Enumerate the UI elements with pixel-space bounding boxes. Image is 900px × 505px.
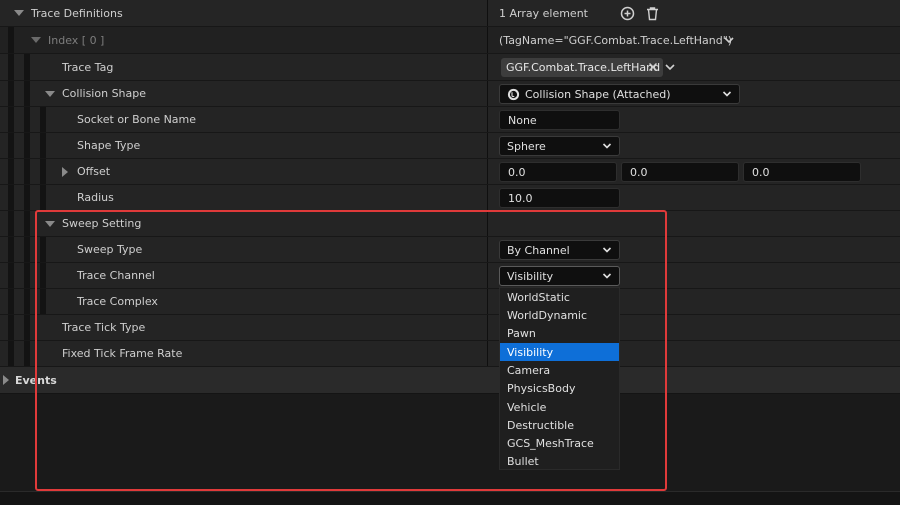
shape-type-label: Shape Type bbox=[77, 139, 141, 152]
dropdown-option[interactable]: WorldStatic bbox=[500, 288, 619, 306]
chevron-down-icon[interactable] bbox=[723, 27, 735, 53]
dropdown-option-selected[interactable]: Visibility bbox=[500, 343, 619, 361]
trace-complex-label: Trace Complex bbox=[77, 295, 158, 308]
index-row[interactable]: Index [ 0 ] (TagName="GGF.Combat.Trace.L… bbox=[0, 27, 900, 54]
shape-type-value: Sphere bbox=[507, 139, 546, 153]
trace-definitions-row[interactable]: Trace Definitions 1 Array element bbox=[0, 0, 900, 27]
bottom-scrollbar bbox=[0, 491, 900, 505]
dropdown-option[interactable]: Pawn bbox=[500, 324, 619, 342]
collision-shape-value: Collision Shape (Attached) bbox=[525, 87, 671, 101]
add-element-icon[interactable] bbox=[620, 0, 635, 26]
offset-x-input[interactable]: 0.0 bbox=[499, 162, 617, 182]
trace-channel-dropdown: WorldStatic WorldDynamic Pawn Visibility… bbox=[499, 287, 620, 470]
events-label: Events bbox=[15, 373, 57, 387]
chevron-down-icon bbox=[602, 273, 612, 279]
trace-channel-row: Trace Channel Visibility bbox=[0, 263, 900, 289]
fixed-tick-frame-rate-row: Fixed Tick Frame Rate bbox=[0, 341, 900, 367]
dropdown-option[interactable]: PhysicsBody bbox=[500, 379, 619, 397]
sweep-type-label: Sweep Type bbox=[77, 243, 143, 256]
expand-arrow-icon[interactable] bbox=[62, 159, 68, 184]
array-count: 1 Array element bbox=[499, 6, 588, 20]
dropdown-option[interactable]: Bullet bbox=[500, 452, 619, 470]
collapse-arrow-icon[interactable] bbox=[14, 0, 24, 26]
radius-label: Radius bbox=[77, 191, 114, 204]
trace-channel-value: Visibility bbox=[507, 269, 554, 283]
chevron-down-icon bbox=[722, 91, 732, 97]
offset-z-input[interactable]: 0.0 bbox=[743, 162, 861, 182]
collision-shape-row[interactable]: Collision Shape Collision Shape (Attache… bbox=[0, 81, 900, 107]
trace-tick-type-label: Trace Tick Type bbox=[62, 321, 146, 334]
dropdown-option[interactable]: GCS_MeshTrace bbox=[500, 434, 619, 452]
collapse-arrow-icon[interactable] bbox=[45, 211, 55, 236]
tag-text: GGF.Combat.Trace.LeftHand bbox=[506, 61, 661, 74]
offset-row[interactable]: Offset 0.0 0.0 0.0 bbox=[0, 159, 900, 185]
radius-row: Radius 10.0 bbox=[0, 185, 900, 211]
trace-complex-row: Trace Complex bbox=[0, 289, 900, 315]
collision-shape-combo[interactable]: Collision Shape (Attached) bbox=[499, 84, 740, 104]
offset-label: Offset bbox=[77, 165, 111, 178]
sweep-type-row: Sweep Type By Channel bbox=[0, 237, 900, 263]
events-category-row[interactable]: Events bbox=[0, 367, 900, 394]
shape-type-row: Shape Type Sphere bbox=[0, 133, 900, 159]
sweep-setting-label: Sweep Setting bbox=[62, 217, 142, 230]
dropdown-option[interactable]: Camera bbox=[500, 361, 619, 379]
chevron-down-icon[interactable] bbox=[664, 54, 676, 80]
dropdown-option[interactable]: WorldDynamic bbox=[500, 306, 619, 324]
socket-or-bone-name-label: Socket or Bone Name bbox=[77, 113, 197, 126]
sweep-setting-row[interactable]: Sweep Setting bbox=[0, 211, 900, 237]
shape-type-combo[interactable]: Sphere bbox=[499, 136, 620, 156]
unreal-logo-icon bbox=[507, 88, 520, 104]
close-icon[interactable] bbox=[647, 61, 659, 76]
delete-icon[interactable] bbox=[645, 0, 660, 26]
sweep-type-combo[interactable]: By Channel bbox=[499, 240, 620, 260]
socket-or-bone-name-input[interactable]: None bbox=[499, 110, 620, 130]
radius-input[interactable]: 10.0 bbox=[499, 188, 620, 208]
index-label: Index [ 0 ] bbox=[48, 33, 105, 47]
collapse-arrow-icon[interactable] bbox=[45, 81, 55, 106]
trace-channel-label: Trace Channel bbox=[77, 269, 155, 282]
socket-or-bone-name-row: Socket or Bone Name None bbox=[0, 107, 900, 133]
dropdown-option[interactable]: Destructible bbox=[500, 416, 619, 434]
dropdown-option[interactable]: Vehicle bbox=[500, 398, 619, 416]
offset-y-input[interactable]: 0.0 bbox=[621, 162, 739, 182]
collapse-arrow-icon[interactable] bbox=[31, 27, 41, 53]
expand-arrow-icon[interactable] bbox=[3, 367, 9, 393]
fixed-tick-frame-rate-label: Fixed Tick Frame Rate bbox=[62, 347, 183, 360]
index-value: (TagName="GGF.Combat.Trace.LeftHand") bbox=[499, 33, 733, 47]
chevron-down-icon bbox=[602, 143, 612, 149]
chevron-down-icon bbox=[602, 247, 612, 253]
trace-tag-label: Trace Tag bbox=[62, 60, 114, 74]
gameplay-tag-chip[interactable]: GGF.Combat.Trace.LeftHand bbox=[501, 58, 663, 77]
sweep-type-value: By Channel bbox=[507, 243, 570, 257]
trace-channel-combo[interactable]: Visibility bbox=[499, 266, 620, 286]
trace-definitions-label: Trace Definitions bbox=[31, 6, 123, 20]
trace-tick-type-row: Trace Tick Type bbox=[0, 315, 900, 341]
collision-shape-label: Collision Shape bbox=[62, 87, 147, 100]
trace-tag-row: Trace Tag GGF.Combat.Trace.LeftHand bbox=[0, 54, 900, 81]
